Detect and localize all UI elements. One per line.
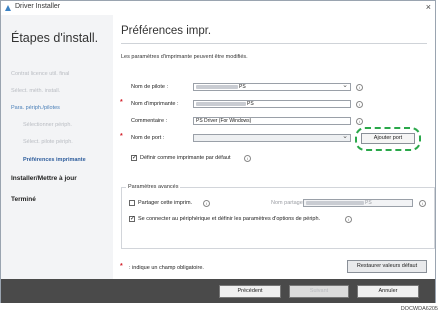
step-install-method: Sélect. méth. install. bbox=[11, 88, 61, 94]
close-icon[interactable]: × bbox=[426, 2, 431, 12]
next-button[interactable]: Suivant bbox=[289, 285, 349, 298]
required-note: : indique un champ obligatoire. bbox=[129, 265, 204, 271]
step-eula: Contrat licence util. final bbox=[11, 71, 70, 77]
default-printer-checkbox[interactable]: ✓ bbox=[131, 155, 137, 161]
step-printer-preferences: Préférences imprimante bbox=[23, 157, 86, 163]
step-finished: Terminé bbox=[11, 196, 36, 203]
installer-window: Driver Installer × Étapes d'install. Con… bbox=[0, 0, 436, 303]
title-divider bbox=[121, 43, 427, 44]
connect-device-checkbox[interactable]: ✓ bbox=[129, 216, 135, 222]
share-name-input[interactable]: PS bbox=[303, 199, 413, 207]
share-name-label: Nom partage : bbox=[271, 200, 306, 206]
cancel-button[interactable]: Annuler bbox=[357, 285, 419, 298]
steps-sidebar: Étapes d'install. Contrat licence util. … bbox=[1, 15, 113, 279]
driver-info-icon[interactable]: i bbox=[356, 84, 363, 91]
step-device-driver-settings: Para. périph./pilotes bbox=[11, 105, 60, 111]
footer-bar: Précédent Suivant Annuler bbox=[1, 279, 435, 303]
redacted-text bbox=[196, 84, 238, 89]
share-printer-checkbox[interactable] bbox=[129, 200, 135, 206]
default-printer-info-icon[interactable]: i bbox=[244, 155, 251, 162]
share-printer-label: Partager cette imprim. bbox=[138, 200, 193, 206]
required-marker: * bbox=[120, 133, 123, 140]
sidebar-heading: Étapes d'install. bbox=[11, 31, 99, 45]
required-marker: * bbox=[120, 99, 123, 106]
restore-defaults-button[interactable]: Restaurer valeurs défaut bbox=[347, 260, 427, 273]
advanced-settings-title: Paramètres avancés bbox=[126, 184, 181, 190]
window-title: Driver Installer bbox=[15, 3, 61, 10]
comment-info-icon[interactable]: i bbox=[356, 118, 363, 125]
driver-installer-icon bbox=[5, 5, 11, 11]
required-marker: * bbox=[120, 263, 123, 270]
printer-name-label: Nom d'imprimante : bbox=[131, 101, 179, 107]
port-name-label: Nom de port : bbox=[131, 135, 165, 141]
default-printer-label: Définir comme imprimante par défaut bbox=[140, 155, 231, 161]
page-title: Préférences impr. bbox=[121, 25, 212, 37]
connect-device-label: Se connecter au périphérique et définir … bbox=[138, 216, 321, 222]
step-select-driver: Sélect. pilote périph. bbox=[23, 139, 73, 145]
step-install-update: Installer/Mettre à jour bbox=[11, 175, 77, 182]
share-name-info-icon[interactable]: i bbox=[419, 200, 426, 207]
redacted-text bbox=[306, 200, 364, 205]
intro-text: Les paramètres d'imprimante peuvent être… bbox=[121, 54, 248, 60]
redacted-text bbox=[196, 101, 246, 106]
printer-info-icon[interactable]: i bbox=[356, 101, 363, 108]
driver-name-label: Nom de pilote : bbox=[131, 84, 168, 90]
main-panel: Préférences impr. Les paramètres d'impri… bbox=[113, 15, 435, 279]
add-port-button[interactable]: Ajouter port bbox=[361, 133, 415, 144]
document-code: DOCWDA6205 bbox=[400, 306, 438, 312]
printer-name-input[interactable]: PS bbox=[193, 100, 351, 108]
connect-info-icon[interactable]: i bbox=[345, 216, 352, 223]
share-info-icon[interactable]: i bbox=[203, 200, 210, 207]
title-bar: Driver Installer × bbox=[1, 1, 435, 15]
comment-label: Commentaire : bbox=[131, 118, 168, 124]
port-name-select[interactable] bbox=[193, 134, 351, 142]
comment-input[interactable]: PS Driver (For Windows) bbox=[193, 117, 351, 125]
step-select-device: Sélectionner périph. bbox=[23, 122, 72, 128]
back-button[interactable]: Précédent bbox=[219, 285, 281, 298]
driver-name-select[interactable]: PS bbox=[193, 83, 351, 91]
